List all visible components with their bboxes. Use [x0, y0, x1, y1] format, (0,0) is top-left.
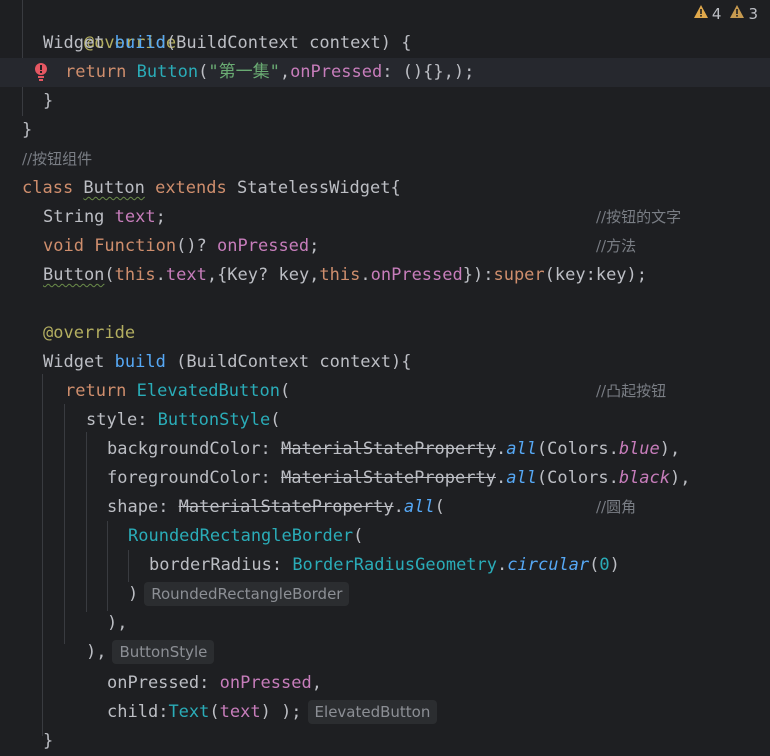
code-line-current[interactable]: return Button("第一集",onPressed: (){},); [0, 58, 770, 87]
warning-count-a[interactable]: 4 [693, 4, 721, 23]
code-line[interactable]: String text;//按钮的文字 [43, 203, 770, 232]
code-line[interactable]: foregroundColor: MaterialStateProperty.a… [107, 464, 690, 493]
code-line[interactable]: Widget build(BuildContext context) { [43, 29, 411, 58]
inlay-hint: RoundedRectangleBorder [144, 582, 350, 606]
code-line[interactable]: } [43, 87, 53, 116]
indent-guide [107, 521, 108, 611]
inlay-hint: ButtonStyle [112, 640, 215, 664]
code-line[interactable]: ), [107, 609, 127, 638]
warning-icon [693, 4, 709, 23]
indent-guide [128, 550, 129, 582]
error-bulb-icon[interactable] [34, 62, 48, 82]
code-line[interactable]: void Function()? onPressed;//方法 [43, 232, 770, 261]
code-line[interactable]: shape: MaterialStateProperty.all(//圆角 [107, 493, 770, 522]
code-line[interactable]: ), ButtonStyle [86, 638, 215, 667]
code-line[interactable]: backgroundColor: MaterialStateProperty.a… [107, 435, 680, 464]
indent-guide [42, 374, 43, 736]
warning-count-b[interactable]: 3 [729, 4, 758, 23]
code-line[interactable]: child:Text(text) ); ElevatedButton [107, 698, 438, 727]
code-line[interactable]: RoundedRectangleBorder( [128, 522, 363, 551]
code-editor[interactable]: 4 3 @override Widget build(BuildContext … [0, 0, 770, 753]
code-line[interactable]: } [22, 116, 32, 145]
weak-warning-icon [729, 4, 745, 23]
indent-guide [86, 432, 87, 612]
code-line[interactable]: Button(this.text,{Key? key,this.onPresse… [43, 261, 647, 290]
code-line[interactable]: onPressed: onPressed, [107, 669, 322, 698]
code-line[interactable]: @override [43, 0, 176, 53]
code-line[interactable]: //按钮组件 [22, 145, 92, 174]
code-line[interactable]: borderRadius: BorderRadiusGeometry.circu… [149, 551, 620, 580]
indent-guide [64, 404, 65, 644]
code-line[interactable]: ) RoundedRectangleBorder [128, 580, 350, 609]
code-line[interactable]: return ElevatedButton(//凸起按钮 [65, 377, 770, 406]
inlay-hint: ElevatedButton [307, 700, 438, 724]
code-line[interactable]: @override [43, 319, 135, 348]
code-line[interactable]: } [43, 727, 53, 756]
code-line[interactable]: Widget build (BuildContext context){ [43, 348, 411, 377]
inspection-widget[interactable]: 4 3 [693, 4, 758, 23]
code-line[interactable]: style: ButtonStyle( [86, 406, 281, 435]
code-line[interactable]: class Button extends StatelessWidget{ [22, 174, 401, 203]
